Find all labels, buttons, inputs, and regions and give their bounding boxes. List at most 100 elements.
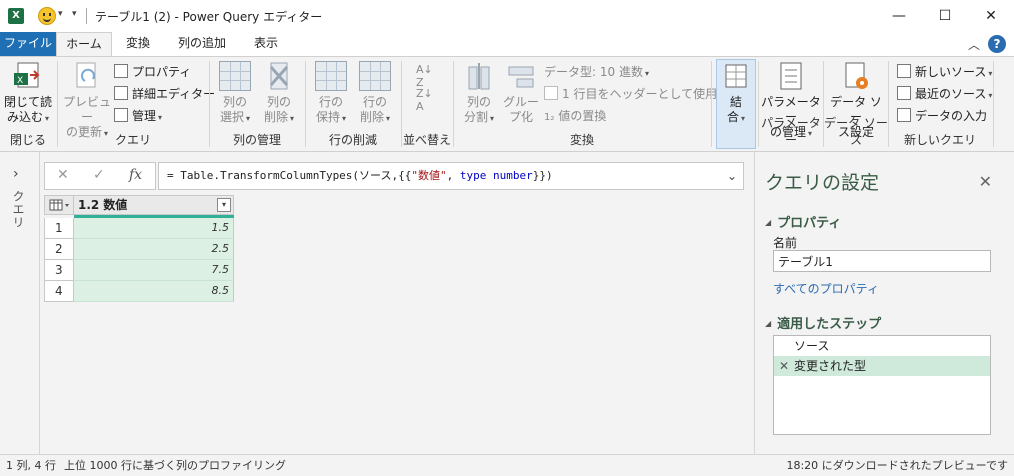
feedback-smiley-icon[interactable] bbox=[38, 7, 56, 25]
close-load-label-2: み込む ▾ bbox=[6, 110, 50, 124]
refresh-preview-button[interactable]: プレビュー の更新 ▾ bbox=[62, 61, 112, 141]
applied-step-item[interactable]: ソース bbox=[774, 336, 990, 356]
commit-formula-icon[interactable]: ✓ bbox=[93, 167, 105, 183]
remove-columns-label-2: 削除 ▾ bbox=[263, 110, 295, 124]
group-by-button[interactable]: グルー プ化 bbox=[500, 61, 542, 125]
close-window-button[interactable]: ✕ bbox=[968, 0, 1014, 32]
formula-sep: , bbox=[446, 169, 460, 182]
recent-sources-icon bbox=[897, 86, 911, 100]
sort-ascending-icon[interactable]: A↓ Z bbox=[416, 63, 433, 89]
properties-button[interactable]: プロパティ bbox=[114, 63, 191, 80]
name-label: 名前 bbox=[773, 236, 798, 250]
svg-text:X: X bbox=[17, 76, 23, 86]
refresh-icon bbox=[71, 61, 103, 91]
minimize-button[interactable]: — bbox=[876, 0, 922, 32]
group-by-label-1: グルー bbox=[502, 95, 539, 109]
table-row[interactable]: 2 2.5 bbox=[44, 239, 234, 260]
choose-columns-button[interactable]: 列の 選択 ▾ bbox=[214, 61, 256, 126]
combine-label-1: 結 bbox=[729, 95, 742, 109]
close-and-load-button[interactable]: X 閉じて読 み込む ▾ bbox=[4, 61, 52, 126]
formula-space bbox=[486, 169, 493, 182]
remove-columns-label-1: 列の bbox=[266, 95, 291, 109]
keep-rows-button[interactable]: 行の 保持 ▾ bbox=[310, 61, 352, 126]
step-label: 変更された型 bbox=[794, 359, 867, 373]
remove-rows-icon bbox=[359, 61, 391, 91]
manage-button[interactable]: 管理 ▾ bbox=[114, 107, 162, 124]
properties-section-header[interactable]: プロパティ bbox=[765, 212, 841, 231]
row-number: 1 bbox=[44, 218, 74, 239]
tab-transform[interactable]: 変換 bbox=[116, 32, 160, 56]
cancel-formula-icon[interactable]: ✕ bbox=[57, 167, 69, 183]
choose-columns-label-1: 列の bbox=[222, 95, 247, 109]
remove-columns-button[interactable]: 列の 削除 ▾ bbox=[258, 61, 300, 126]
formula-type: number bbox=[493, 169, 533, 182]
data-source-settings-icon bbox=[840, 61, 872, 91]
quick-access-customize-icon[interactable]: ▾ bbox=[72, 9, 77, 19]
status-profiling[interactable]: 上位 1000 行に基づく列のプロファイリング bbox=[64, 455, 286, 476]
excel-icon[interactable]: X bbox=[8, 8, 24, 24]
table-row[interactable]: 4 8.5 bbox=[44, 281, 234, 302]
table-cell[interactable]: 1.5 bbox=[74, 218, 234, 239]
applied-step-item[interactable]: ✕ 変更された型 bbox=[774, 356, 990, 376]
headers-icon bbox=[544, 86, 558, 100]
group-label-data-source: データ ソース bbox=[824, 116, 888, 147]
advanced-editor-button[interactable]: 詳細エディター bbox=[114, 85, 215, 102]
keep-rows-label-2: 保持 ▾ bbox=[315, 110, 347, 124]
queries-pane-label[interactable]: クエリ bbox=[10, 190, 27, 229]
table-row[interactable]: 3 7.5 bbox=[44, 260, 234, 281]
query-name-input[interactable] bbox=[773, 250, 991, 272]
fx-icon[interactable]: fx bbox=[129, 167, 142, 183]
remove-rows-button[interactable]: 行の 削除 ▾ bbox=[354, 61, 396, 126]
data-type-dropdown[interactable]: データ型: 10 進数 ▾ bbox=[544, 63, 649, 80]
group-label-sort: 並べ替え bbox=[402, 133, 451, 147]
maximize-button[interactable]: ☐ bbox=[922, 0, 968, 32]
split-column-button[interactable]: 列の 分割 ▾ bbox=[458, 61, 500, 126]
close-settings-icon[interactable]: ✕ bbox=[979, 172, 992, 191]
group-by-label-2: プ化 bbox=[508, 110, 533, 124]
expand-queries-icon[interactable]: › bbox=[13, 166, 19, 182]
table-cell[interactable]: 8.5 bbox=[74, 281, 234, 302]
help-icon[interactable]: ? bbox=[988, 35, 1006, 53]
split-column-icon bbox=[463, 61, 495, 91]
tab-file[interactable]: ファイル bbox=[0, 32, 56, 56]
collapse-ribbon-icon[interactable]: ︿ bbox=[968, 36, 980, 53]
enter-data-button[interactable]: データの入力 bbox=[897, 107, 987, 124]
formula-string: "数値" bbox=[411, 169, 447, 182]
column-filter-icon[interactable]: ▾ bbox=[217, 198, 231, 212]
recent-sources-button[interactable]: 最近のソース ▾ bbox=[897, 85, 992, 102]
group-parameters: パラメーター の管理 ▾ パラメーター bbox=[759, 57, 823, 152]
sort-descending-icon[interactable]: Z↓ A bbox=[416, 87, 433, 113]
use-first-row-as-headers-button[interactable]: 1 行目をヘッダーとして使用▾ bbox=[544, 85, 723, 102]
combine-button[interactable]: 結 合 ▾ bbox=[716, 61, 756, 126]
table-cell[interactable]: 7.5 bbox=[74, 260, 234, 281]
table-cell[interactable]: 2.5 bbox=[74, 239, 234, 260]
column-type-icon[interactable]: 1.2 bbox=[78, 198, 99, 212]
feedback-dropdown-icon[interactable]: ▾ bbox=[58, 9, 63, 19]
refresh-label-1: プレビュー bbox=[62, 95, 111, 124]
column-header-label: 数値 bbox=[103, 198, 128, 212]
manage-icon bbox=[114, 108, 128, 122]
delete-step-icon[interactable]: ✕ bbox=[779, 356, 789, 376]
expand-formula-icon[interactable]: ⌄ bbox=[727, 163, 737, 189]
query-settings-title: クエリの設定 bbox=[765, 172, 880, 194]
group-label-close: 閉じる bbox=[9, 133, 46, 147]
title-bar: X ▾ ▾ テーブル1 (2) - Power Query エディター — ☐ … bbox=[0, 0, 1014, 32]
tab-add-column[interactable]: 列の追加 bbox=[168, 32, 236, 56]
applied-steps-section-header[interactable]: 適用したステップ bbox=[765, 313, 881, 332]
combine-icon bbox=[720, 61, 752, 91]
table-row[interactable]: 1 1.5 bbox=[44, 218, 234, 239]
applied-steps-list: ソース ✕ 変更された型 bbox=[773, 335, 991, 435]
formula-text: = Table.TransformColumnTypes(ソース,{{ bbox=[167, 169, 412, 182]
new-source-button[interactable]: 新しいソース ▾ bbox=[897, 63, 992, 80]
row-number: 2 bbox=[44, 239, 74, 260]
tab-home[interactable]: ホーム bbox=[56, 32, 112, 57]
all-properties-link[interactable]: すべてのプロパティ bbox=[773, 280, 879, 297]
column-header-number[interactable]: 1.2 数値 ▾ bbox=[74, 195, 234, 215]
formula-input[interactable]: = Table.TransformColumnTypes(ソース,{{"数値",… bbox=[158, 162, 744, 190]
table-menu-button[interactable] bbox=[44, 195, 74, 215]
replace-values-button[interactable]: 1₂ 値の置換 bbox=[544, 107, 606, 124]
group-query: プレビュー の更新 ▾ プロパティ 詳細エディター 管理 ▾ クエリ bbox=[58, 57, 215, 152]
tab-view[interactable]: 表示 bbox=[244, 32, 288, 56]
row-number: 3 bbox=[44, 260, 74, 281]
ribbon-tabs: ファイル ホーム 変換 列の追加 表示 ︿ ? bbox=[0, 32, 1014, 57]
